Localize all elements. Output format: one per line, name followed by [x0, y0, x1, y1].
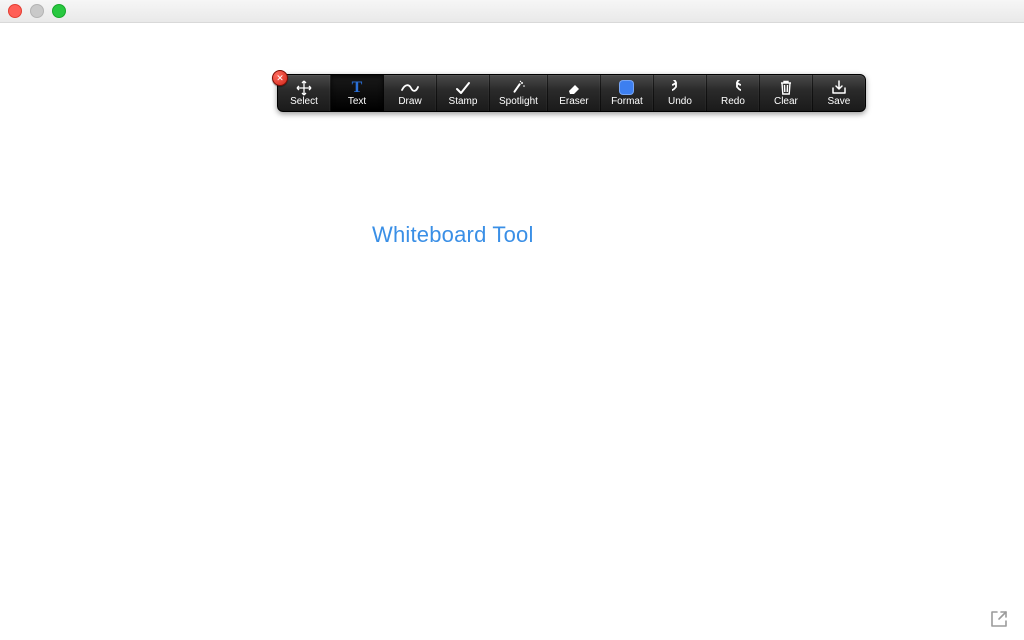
- text-tool-label: Text: [348, 97, 366, 107]
- close-icon: ✕: [276, 74, 284, 83]
- spotlight-tool-label: Spotlight: [499, 97, 538, 107]
- undo-icon: [672, 80, 688, 96]
- stamp-tool-label: Stamp: [449, 97, 478, 107]
- text-icon: T: [352, 80, 363, 96]
- canvas-text[interactable]: Whiteboard Tool: [372, 222, 534, 248]
- clear-label: Clear: [774, 97, 798, 107]
- draw-tool-button[interactable]: Draw: [384, 75, 437, 111]
- text-tool-button[interactable]: T Text: [331, 75, 384, 111]
- redo-icon: [725, 80, 741, 96]
- undo-button[interactable]: Undo: [654, 75, 707, 111]
- spotlight-tool-button[interactable]: Spotlight: [490, 75, 548, 111]
- redo-button[interactable]: Redo: [707, 75, 760, 111]
- draw-icon: [401, 80, 419, 96]
- select-tool-label: Select: [290, 97, 318, 107]
- popout-icon: [988, 608, 1010, 630]
- annotation-toolbar: ✕ Select T Text Draw: [277, 74, 866, 112]
- format-swatch-icon: [619, 80, 634, 96]
- format-tool-label: Format: [611, 97, 643, 107]
- save-button[interactable]: Save: [813, 75, 865, 111]
- eraser-tool-button[interactable]: Eraser: [548, 75, 601, 111]
- window-titlebar: [0, 0, 1024, 23]
- toolbar-close-button[interactable]: ✕: [272, 70, 288, 86]
- trash-icon: [779, 80, 793, 96]
- clear-button[interactable]: Clear: [760, 75, 813, 111]
- format-tool-button[interactable]: Format: [601, 75, 654, 111]
- window-zoom-button[interactable]: [52, 4, 66, 18]
- redo-label: Redo: [721, 97, 745, 107]
- window-minimize-button[interactable]: [30, 4, 44, 18]
- window-close-button[interactable]: [8, 4, 22, 18]
- popout-button[interactable]: [988, 608, 1010, 630]
- wand-icon: [510, 80, 526, 96]
- download-icon: [831, 80, 847, 96]
- stamp-tool-button[interactable]: Stamp: [437, 75, 490, 111]
- eraser-tool-label: Eraser: [559, 97, 588, 107]
- check-icon: [455, 80, 471, 96]
- move-icon: [296, 80, 312, 96]
- undo-label: Undo: [668, 97, 692, 107]
- draw-tool-label: Draw: [398, 97, 421, 107]
- save-label: Save: [828, 97, 851, 107]
- eraser-icon: [566, 80, 582, 96]
